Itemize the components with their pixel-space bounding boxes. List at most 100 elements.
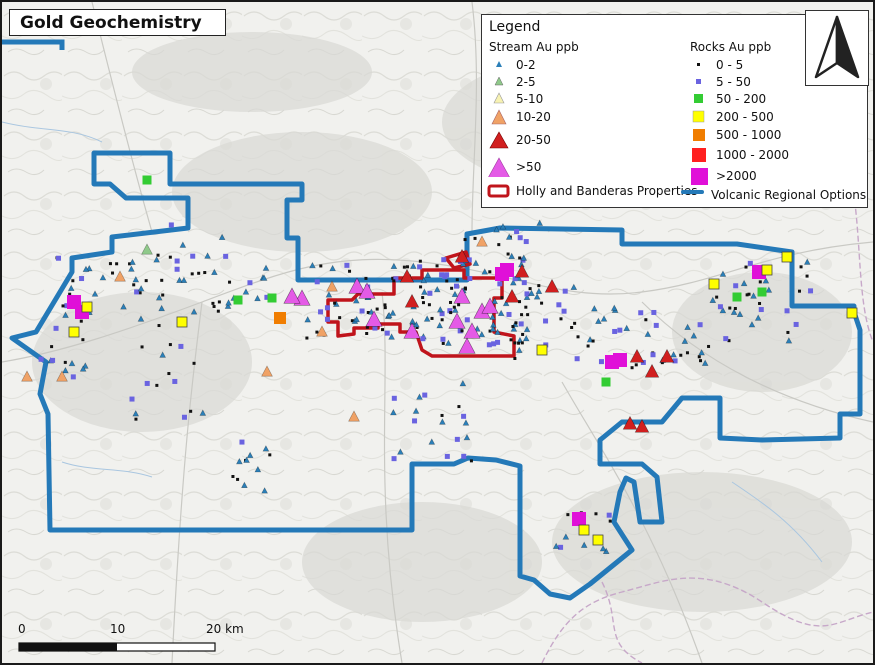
rock-sample-icon[interactable] <box>521 332 525 336</box>
rock-sample-icon[interactable] <box>566 513 570 517</box>
rock-sample-icon[interactable] <box>247 280 253 286</box>
rock-sample-icon[interactable] <box>338 316 342 320</box>
rock-sample-icon[interactable] <box>506 252 510 256</box>
rock-sample-icon[interactable] <box>520 341 524 345</box>
rock-sample-icon[interactable] <box>758 280 762 284</box>
rock-sample-icon[interactable] <box>444 453 450 459</box>
rock-sample-icon[interactable] <box>528 287 532 291</box>
rock-sample-icon[interactable] <box>168 222 174 228</box>
rock-sample-icon[interactable] <box>576 335 580 339</box>
rock-sample-icon[interactable] <box>697 322 703 328</box>
rock-sample-icon[interactable] <box>500 263 514 277</box>
rock-sample-icon[interactable] <box>461 453 467 459</box>
rock-sample-icon[interactable] <box>467 275 473 281</box>
rock-sample-icon[interactable] <box>274 312 286 324</box>
rock-sample-icon[interactable] <box>319 264 323 268</box>
rock-sample-icon[interactable] <box>457 303 461 307</box>
rock-sample-icon[interactable] <box>644 318 648 322</box>
rock-sample-icon[interactable] <box>617 327 623 333</box>
rock-sample-icon[interactable] <box>733 283 739 289</box>
rock-sample-icon[interactable] <box>365 331 369 335</box>
rock-sample-icon[interactable] <box>421 301 425 305</box>
rock-sample-icon[interactable] <box>452 305 456 309</box>
rock-sample-icon[interactable] <box>267 293 277 303</box>
rock-sample-icon[interactable] <box>537 284 541 288</box>
rock-sample-icon[interactable] <box>708 278 720 290</box>
rock-sample-icon[interactable] <box>558 544 564 550</box>
rock-sample-icon[interactable] <box>846 307 858 319</box>
rock-sample-icon[interactable] <box>543 318 549 324</box>
rock-sample-icon[interactable] <box>630 366 634 370</box>
rock-sample-icon[interactable] <box>132 283 136 287</box>
rock-sample-icon[interactable] <box>556 302 562 308</box>
rock-sample-icon[interactable] <box>784 308 790 314</box>
rock-sample-icon[interactable] <box>511 325 515 329</box>
rock-sample-icon[interactable] <box>799 265 803 269</box>
rock-sample-icon[interactable] <box>441 257 447 263</box>
rock-sample-icon[interactable] <box>160 278 164 282</box>
rock-sample-icon[interactable] <box>733 306 737 310</box>
rock-sample-icon[interactable] <box>79 276 85 282</box>
rock-sample-icon[interactable] <box>526 313 530 317</box>
rock-sample-icon[interactable] <box>236 477 240 481</box>
rock-sample-icon[interactable] <box>460 329 464 333</box>
rock-sample-icon[interactable] <box>71 279 75 283</box>
rock-sample-icon[interactable] <box>513 341 517 345</box>
rock-sample-icon[interactable] <box>68 326 80 338</box>
rock-sample-icon[interactable] <box>514 321 518 325</box>
rock-sample-icon[interactable] <box>108 262 112 266</box>
rock-sample-icon[interactable] <box>613 353 627 367</box>
rock-sample-icon[interactable] <box>761 264 773 276</box>
rock-sample-icon[interactable] <box>392 279 396 283</box>
rock-sample-icon[interactable] <box>444 272 450 278</box>
rock-sample-icon[interactable] <box>359 308 365 314</box>
rock-sample-icon[interactable] <box>520 313 524 317</box>
rock-sample-icon[interactable] <box>440 336 446 342</box>
rock-sample-icon[interactable] <box>192 361 196 365</box>
rock-sample-icon[interactable] <box>808 288 814 294</box>
rock-sample-icon[interactable] <box>61 304 65 308</box>
rock-sample-icon[interactable] <box>591 339 595 343</box>
rock-sample-icon[interactable] <box>70 374 76 380</box>
rock-sample-icon[interactable] <box>384 330 390 336</box>
rock-sample-icon[interactable] <box>786 330 790 334</box>
rock-sample-icon[interactable] <box>634 363 638 367</box>
rock-sample-icon[interactable] <box>63 360 67 364</box>
rock-sample-icon[interactable] <box>758 307 764 313</box>
rock-sample-icon[interactable] <box>324 305 330 311</box>
rock-sample-icon[interactable] <box>758 301 762 305</box>
rock-sample-icon[interactable] <box>111 271 115 275</box>
rock-sample-icon[interactable] <box>715 295 719 299</box>
rock-sample-icon[interactable] <box>144 279 148 283</box>
rock-sample-icon[interactable] <box>181 414 187 420</box>
rock-sample-icon[interactable] <box>427 290 433 296</box>
rock-sample-icon[interactable] <box>540 301 544 305</box>
rock-sample-icon[interactable] <box>174 258 180 264</box>
rock-sample-icon[interactable] <box>176 316 188 328</box>
rock-sample-icon[interactable] <box>445 279 449 283</box>
rock-sample-icon[interactable] <box>50 357 56 363</box>
rock-sample-icon[interactable] <box>216 309 220 313</box>
rock-sample-icon[interactable] <box>598 359 604 365</box>
rock-sample-icon[interactable] <box>572 512 586 526</box>
rock-sample-icon[interactable] <box>601 377 611 387</box>
rock-sample-icon[interactable] <box>497 243 501 247</box>
rock-sample-icon[interactable] <box>612 328 618 334</box>
rock-sample-icon[interactable] <box>517 235 523 241</box>
rock-sample-icon[interactable] <box>469 459 473 463</box>
rock-sample-icon[interactable] <box>134 417 138 421</box>
rock-sample-icon[interactable] <box>781 251 793 263</box>
rock-sample-icon[interactable] <box>333 301 337 305</box>
rock-sample-icon[interactable] <box>383 303 387 307</box>
rock-sample-icon[interactable] <box>419 285 423 289</box>
rock-sample-icon[interactable] <box>513 356 517 360</box>
rock-sample-icon[interactable] <box>211 301 215 305</box>
rock-sample-icon[interactable] <box>391 395 397 401</box>
rock-sample-icon[interactable] <box>450 286 454 290</box>
rock-sample-icon[interactable] <box>140 345 144 349</box>
rock-sample-icon[interactable] <box>430 316 434 320</box>
rock-sample-icon[interactable] <box>757 287 767 297</box>
rock-sample-icon[interactable] <box>524 305 528 309</box>
rock-sample-icon[interactable] <box>562 288 568 294</box>
rock-sample-icon[interactable] <box>50 345 54 349</box>
